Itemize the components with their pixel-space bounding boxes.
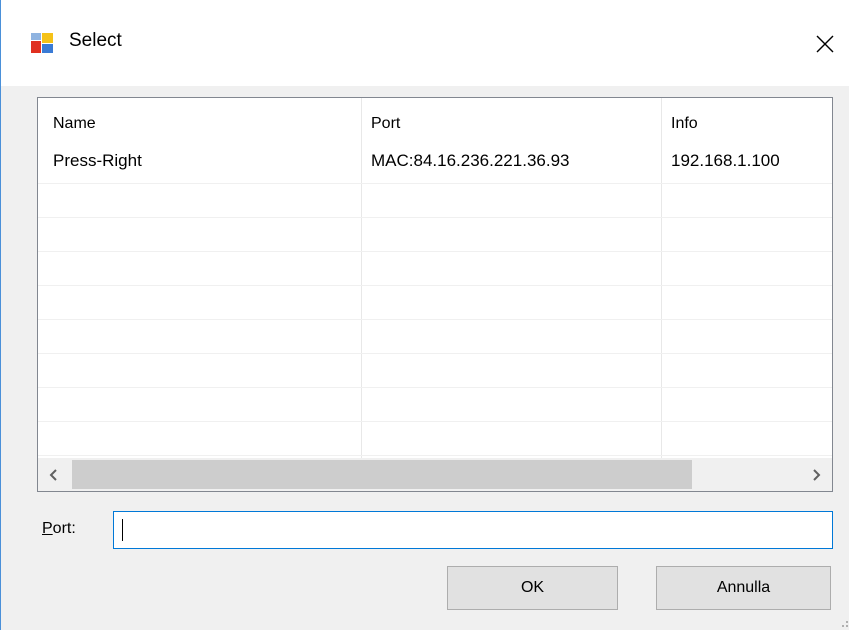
port-label-text: ort: [52, 520, 76, 537]
close-icon [816, 35, 834, 53]
grid-line [38, 387, 832, 388]
horizontal-scrollbar[interactable] [38, 458, 832, 491]
chevron-right-icon [813, 468, 821, 481]
port-label-mnemonic: P [42, 520, 53, 537]
scroll-left-button[interactable] [38, 458, 70, 491]
resize-grip-icon[interactable] [837, 616, 849, 628]
device-list[interactable]: Name Port Info Press-Right MAC:84.16.236… [37, 97, 833, 492]
grid-line [38, 319, 832, 320]
text-caret [122, 519, 123, 541]
ok-button[interactable]: OK [447, 566, 618, 610]
port-input[interactable] [113, 511, 833, 549]
chevron-left-icon [49, 468, 57, 481]
close-button[interactable] [801, 22, 849, 66]
grid-line [38, 285, 832, 286]
grid-line [38, 455, 832, 456]
grid-line [38, 353, 832, 354]
cancel-button[interactable]: Annulla [656, 566, 831, 610]
grid-line [38, 421, 832, 422]
app-window-icon [31, 33, 53, 53]
cell-name: Press-Right [53, 151, 142, 170]
column-header-port[interactable]: Port [371, 115, 400, 133]
window-title: Select [69, 30, 122, 51]
grid-line [38, 251, 832, 252]
title-bar[interactable]: Select [1, 0, 849, 86]
scroll-right-button[interactable] [800, 458, 832, 491]
column-divider [661, 98, 662, 458]
cell-info: 192.168.1.100 [671, 151, 780, 170]
column-header-name[interactable]: Name [53, 115, 96, 133]
column-divider [361, 98, 362, 458]
grid-line [38, 217, 832, 218]
select-dialog: Select Name Port Info Press-Right MAC:84… [0, 0, 849, 630]
grid-line [38, 183, 832, 184]
port-label: Port: [42, 520, 76, 538]
cell-port: MAC:84.16.236.221.36.93 [371, 151, 570, 170]
column-header-info[interactable]: Info [671, 115, 698, 133]
scroll-thumb[interactable] [72, 460, 692, 489]
